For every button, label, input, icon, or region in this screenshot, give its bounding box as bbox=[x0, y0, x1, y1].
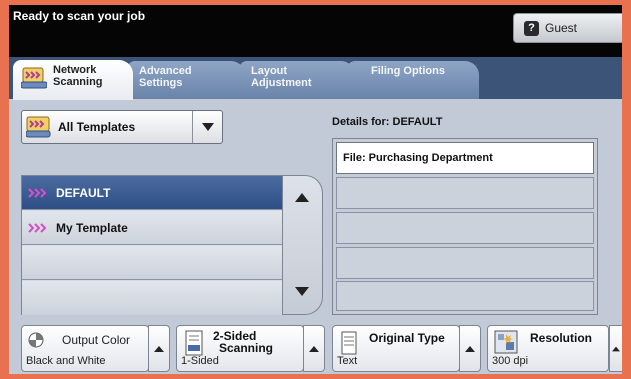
feature-title-line2: Scanning bbox=[219, 341, 274, 355]
details-row-empty bbox=[336, 281, 594, 311]
feature-value: Text bbox=[337, 355, 358, 367]
document-icon bbox=[341, 331, 357, 355]
details-row-empty bbox=[336, 177, 594, 209]
arrow-up-icon bbox=[309, 345, 319, 352]
tab-label: Filing Options bbox=[371, 65, 445, 77]
guest-label: Guest bbox=[545, 21, 578, 35]
arrow-down-icon bbox=[295, 286, 309, 296]
templates-dropdown[interactable]: All Templates bbox=[21, 110, 223, 144]
feature-title: Original Type bbox=[369, 331, 445, 345]
feature-title: Resolution bbox=[530, 331, 592, 345]
feature-title: Output Color bbox=[62, 333, 131, 347]
tab-label-line2: Scanning bbox=[53, 76, 103, 88]
list-item-empty[interactable] bbox=[22, 246, 282, 280]
template-icon bbox=[26, 116, 51, 138]
status-bar: Ready to scan your job ? Guest bbox=[9, 5, 622, 57]
list-item-label: My Template bbox=[56, 220, 128, 235]
feature-value: Black and White bbox=[26, 355, 106, 367]
dropdown-label: All Templates bbox=[58, 120, 136, 134]
feature-bar: Output Color Black and White 2-Sided Sca… bbox=[9, 321, 622, 374]
tab-label-line1: Network bbox=[53, 64, 97, 76]
list-item[interactable]: My Template bbox=[22, 211, 282, 245]
original-type-button[interactable]: Original Type Text bbox=[332, 325, 460, 372]
template-arrows-icon bbox=[28, 187, 47, 198]
guest-button[interactable]: ? Guest bbox=[513, 13, 622, 43]
output-color-button[interactable]: Output Color Black and White bbox=[21, 325, 149, 372]
help-user-icon: ? bbox=[524, 20, 539, 36]
tab-advanced-settings[interactable]: Advanced Settings bbox=[127, 61, 245, 99]
two-sided-scanning-button[interactable]: 2-Sided Scanning 1-Sided bbox=[176, 325, 304, 372]
details-box: File: Purchasing Department bbox=[332, 138, 598, 315]
color-wheel-icon bbox=[28, 332, 44, 348]
chevron-down-icon[interactable] bbox=[192, 111, 222, 143]
arrow-up-icon bbox=[612, 346, 620, 351]
list-item[interactable]: DEFAULT bbox=[22, 176, 282, 210]
details-heading: Details for: DEFAULT bbox=[332, 116, 443, 128]
original-type-arrow[interactable] bbox=[459, 325, 481, 372]
tab-layout-adjustment[interactable]: Layout Adjustment bbox=[239, 61, 355, 99]
tab-filing-options-main[interactable]: Filing Options bbox=[347, 61, 479, 99]
list-scrollbar bbox=[283, 175, 323, 315]
tab-label-line1: Advanced bbox=[139, 65, 192, 77]
list-item-empty[interactable] bbox=[22, 281, 282, 315]
list-item-label: DEFAULT bbox=[56, 185, 111, 200]
details-row-empty bbox=[336, 247, 594, 279]
two-sided-icon bbox=[185, 330, 203, 356]
output-color-arrow[interactable] bbox=[148, 325, 170, 372]
resolution-button[interactable]: Resolution 300 dpi bbox=[487, 325, 609, 372]
resolution-arrow[interactable] bbox=[609, 325, 622, 372]
two-sided-arrow[interactable] bbox=[303, 325, 325, 372]
main-panel: All Templates DEFAULT My Template Detail… bbox=[9, 99, 622, 321]
scroll-up-button[interactable] bbox=[285, 180, 319, 214]
template-list: DEFAULT My Template bbox=[21, 175, 283, 315]
tab-label-line2: Adjustment bbox=[251, 77, 312, 89]
feature-value: 300 dpi bbox=[492, 355, 529, 367]
arrow-up-icon bbox=[295, 192, 309, 202]
scan-screen: Ready to scan your job ? Guest Filing Op… bbox=[9, 5, 622, 374]
feature-value: 1-Sided bbox=[181, 355, 219, 367]
details-row-empty bbox=[336, 212, 594, 244]
status-message: Ready to scan your job bbox=[13, 9, 146, 23]
tab-label-line1: Layout bbox=[251, 65, 288, 77]
tab-network-scanning[interactable]: Network Scanning bbox=[13, 60, 133, 100]
tab-label-line2: Settings bbox=[139, 77, 183, 89]
resolution-icon bbox=[494, 330, 518, 354]
arrow-up-icon bbox=[465, 345, 475, 352]
arrow-up-icon bbox=[154, 345, 164, 352]
network-scanning-icon bbox=[21, 67, 47, 89]
template-arrows-icon bbox=[28, 222, 47, 233]
details-row: File: Purchasing Department bbox=[336, 142, 594, 174]
tab-bar: Filing Options Filing Options Layout Adj… bbox=[9, 57, 622, 100]
scroll-down-button[interactable] bbox=[285, 274, 319, 308]
